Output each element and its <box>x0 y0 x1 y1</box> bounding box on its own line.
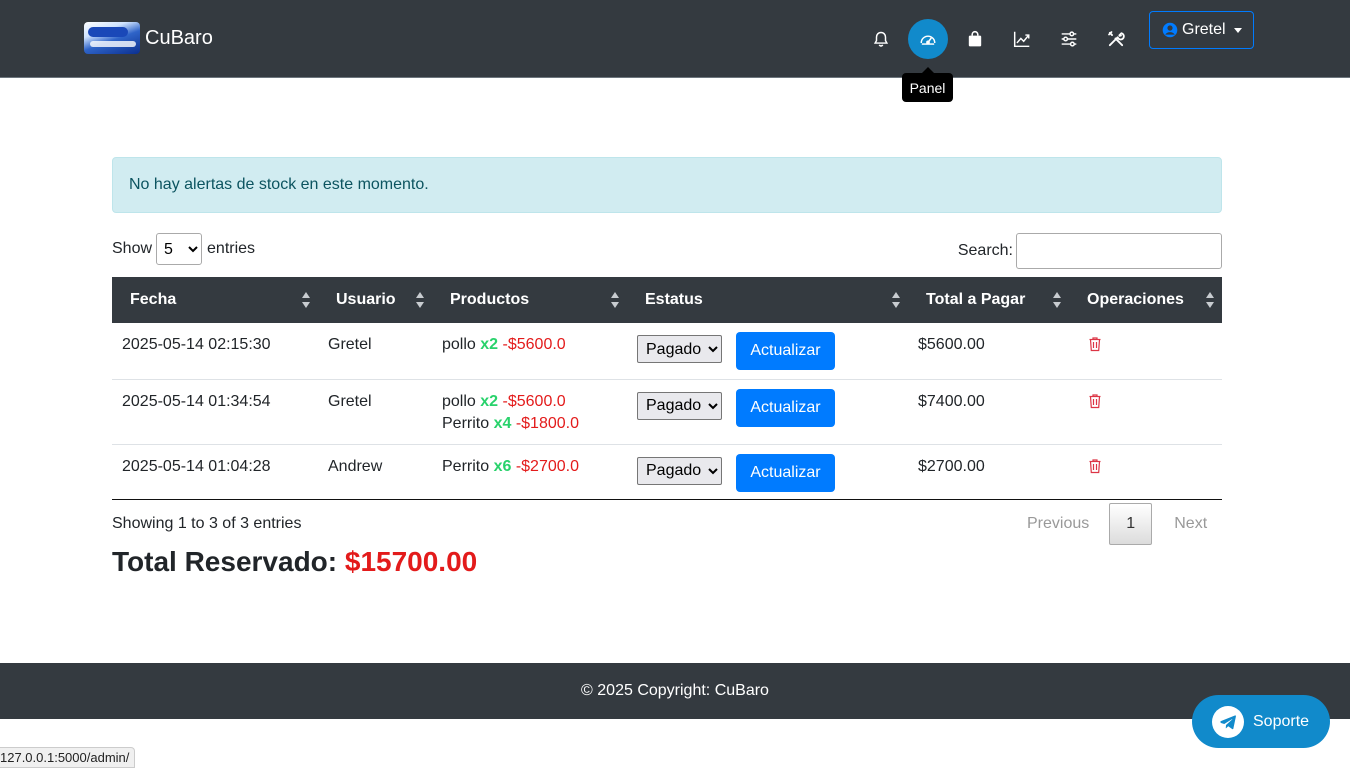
bag-icon[interactable] <box>955 19 995 59</box>
cell-operaciones <box>1069 323 1222 380</box>
product-line: Perrito x4 -$1800.0 <box>442 414 579 432</box>
search-input[interactable] <box>1016 233 1222 269</box>
cell-fecha: 2025-05-14 01:34:54 <box>112 379 318 445</box>
sliders-icon[interactable] <box>1049 19 1089 59</box>
telegram-icon <box>1212 705 1244 738</box>
pagination: Previous 1 Next <box>1013 503 1225 545</box>
cell-fecha: 2025-05-14 02:15:30 <box>112 323 318 380</box>
bell-icon[interactable] <box>861 19 901 59</box>
user-dropdown-button[interactable]: Gretel <box>1149 11 1254 49</box>
stock-alert: No hay alertas de stock en este momento. <box>112 157 1222 213</box>
cell-usuario: Gretel <box>318 323 432 380</box>
total-label: Total Reservado: <box>112 546 338 577</box>
cell-estatus: Pagado Actualizar <box>627 444 908 500</box>
entries-control: Show 5 entries <box>112 233 255 265</box>
header-total[interactable]: Total a Pagar <box>908 277 1069 323</box>
status-select[interactable]: Pagado <box>637 456 722 485</box>
cell-productos: pollo x2 -$5600.0 Perrito x4 -$1800.0 <box>432 379 627 445</box>
cell-usuario: Gretel <box>318 379 432 445</box>
table-info: Showing 1 to 3 of 3 entries <box>112 515 302 532</box>
chart-line-icon[interactable] <box>1002 19 1042 59</box>
update-button[interactable]: Actualizar <box>736 332 835 370</box>
product-line: Perrito x6 -$2700.0 <box>442 457 579 475</box>
cell-total: $2700.00 <box>908 444 1069 500</box>
header-operaciones[interactable]: Operaciones <box>1069 277 1222 323</box>
tools-icon[interactable] <box>1096 19 1136 59</box>
cell-estatus: Pagado Actualizar <box>627 379 908 445</box>
status-select[interactable]: Pagado <box>637 391 722 420</box>
brand[interactable]: CuBaro <box>84 22 213 54</box>
total-reservado: Total Reservado: $15700.00 <box>112 546 477 578</box>
sort-icon <box>1206 292 1214 308</box>
previous-button[interactable]: Previous <box>1013 515 1109 533</box>
cell-operaciones <box>1069 379 1222 445</box>
cell-total: $7400.00 <box>908 379 1069 445</box>
sort-icon <box>302 292 310 308</box>
table-row: 2025-05-14 01:04:28 Andrew Perrito x6 -$… <box>112 444 1222 500</box>
navbar: CuBaro Gretel <box>0 0 1350 78</box>
search-label: Search: <box>957 242 1013 259</box>
sort-icon <box>892 292 900 308</box>
panel-tooltip: Panel <box>902 67 953 102</box>
cell-estatus: Pagado Actualizar <box>627 323 908 380</box>
cell-productos: pollo x2 -$5600.0 <box>432 323 627 380</box>
product-line: pollo x2 -$5600.0 <box>442 336 566 353</box>
support-button[interactable]: Soporte <box>1192 695 1330 748</box>
cell-total: $5600.00 <box>908 323 1069 380</box>
header-usuario[interactable]: Usuario <box>318 277 432 323</box>
user-name: Gretel <box>1182 21 1226 38</box>
brand-name: CuBaro <box>145 26 213 49</box>
header-fecha[interactable]: Fecha <box>112 277 318 323</box>
update-button[interactable]: Actualizar <box>736 453 835 492</box>
table-row: 2025-05-14 01:34:54 Gretel pollo x2 -$56… <box>112 379 1222 445</box>
cell-productos: Perrito x6 -$2700.0 <box>432 444 627 500</box>
trash-icon[interactable] <box>1087 336 1103 352</box>
entries-select[interactable]: 5 <box>156 233 203 265</box>
status-bar-url: 127.0.0.1:5000/admin/ <box>0 747 136 768</box>
speedometer-icon[interactable] <box>908 19 948 59</box>
sort-icon <box>416 292 424 308</box>
header-productos[interactable]: Productos <box>432 277 627 323</box>
chevron-down-icon <box>1233 27 1242 33</box>
cell-fecha: 2025-05-14 01:04:28 <box>112 444 318 500</box>
header-estatus[interactable]: Estatus <box>627 277 908 323</box>
copyright-text: © 2025 Copyright: CuBaro <box>581 682 769 699</box>
cell-operaciones <box>1069 444 1222 500</box>
update-button[interactable]: Actualizar <box>736 388 835 427</box>
support-label: Soporte <box>1253 712 1310 730</box>
next-button[interactable]: Next <box>1152 515 1225 533</box>
product-line: pollo x2 -$5600.0 <box>442 392 566 410</box>
show-label: Show <box>112 240 153 257</box>
footer: © 2025 Copyright: CuBaro <box>0 663 1350 719</box>
table-row: 2025-05-14 02:15:30 Gretel pollo x2 -$56… <box>112 323 1222 380</box>
trash-icon[interactable] <box>1087 393 1103 409</box>
total-amount: $15700.00 <box>344 546 478 577</box>
sort-icon <box>611 292 619 308</box>
sort-icon <box>1053 292 1061 308</box>
orders-table: Fecha Usuario Productos Estatus Total a … <box>112 277 1222 500</box>
table-header-row: Fecha Usuario Productos Estatus Total a … <box>112 277 1222 323</box>
status-select[interactable]: Pagado <box>637 335 722 363</box>
page-1-button[interactable]: 1 <box>1109 503 1153 545</box>
entries-label: entries <box>207 240 256 257</box>
trash-icon[interactable] <box>1087 458 1103 474</box>
brand-logo <box>84 22 140 54</box>
user-circle-icon <box>1162 22 1178 38</box>
search-control: Search: <box>958 233 1222 269</box>
cell-usuario: Andrew <box>318 444 432 500</box>
